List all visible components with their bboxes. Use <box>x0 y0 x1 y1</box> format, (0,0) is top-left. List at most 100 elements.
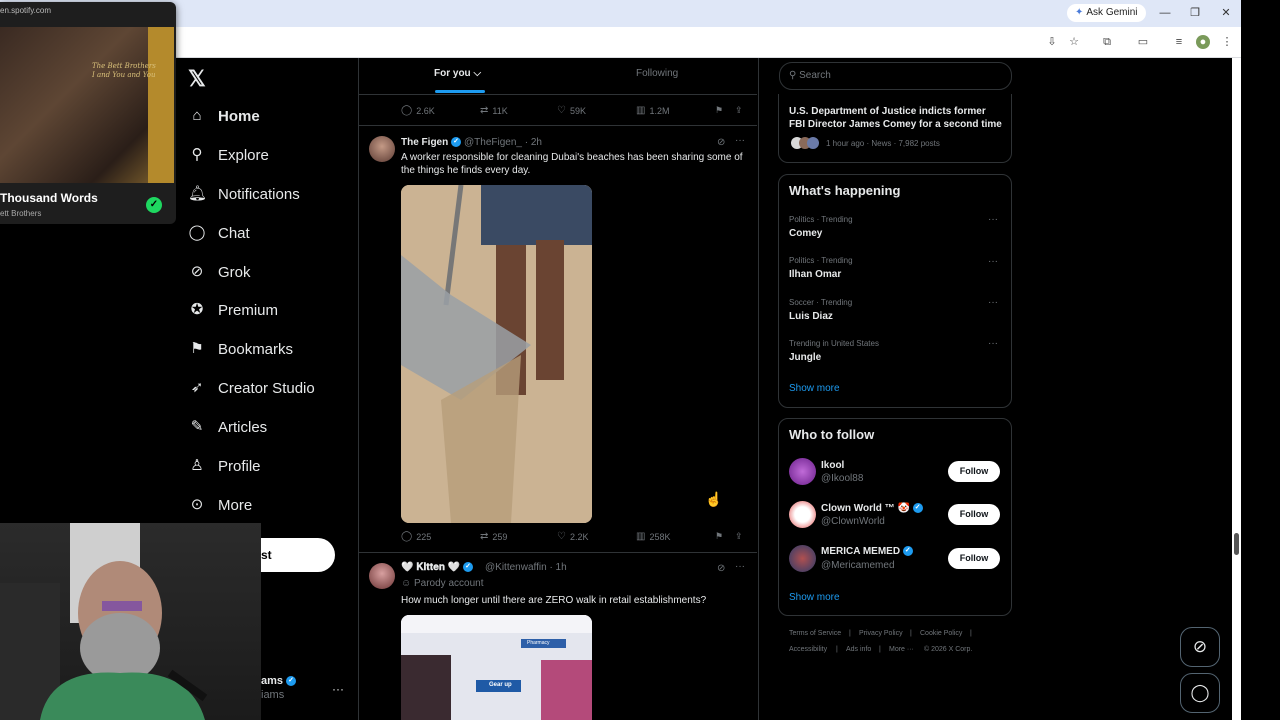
trend-context: Politics · Trending <box>789 256 853 265</box>
nav-grok[interactable]: ⊘ Grok <box>188 257 251 287</box>
grok-explain-icon[interactable]: ⊘ <box>717 563 725 574</box>
parody-badge: ☺ Parody account <box>401 578 484 589</box>
close-window-button[interactable]: ✕ <box>1216 4 1236 22</box>
trend-name[interactable]: Ilhan Omar <box>789 269 841 280</box>
bookmark-star-icon[interactable]: ☆ <box>1067 35 1081 49</box>
account-menu-icon[interactable]: ··· <box>332 682 344 696</box>
browser-menu-icon[interactable]: ⋮ <box>1220 35 1234 49</box>
trend-more-icon[interactable]: ··· <box>988 256 998 267</box>
bookmark-post-icon[interactable]: ⚑ <box>715 531 723 542</box>
reply-button[interactable]: ◯ 2.6K <box>401 105 435 116</box>
account-name[interactable]: ams ✓ <box>261 675 297 687</box>
tab-following[interactable]: Following <box>636 68 678 79</box>
trend-more-icon[interactable]: ··· <box>988 338 998 349</box>
post-button[interactable]: st <box>261 538 335 572</box>
grok-icon: ⊘ <box>190 263 204 280</box>
share-icon[interactable]: ⇪ <box>735 105 743 116</box>
footer-ads[interactable]: Ads info <box>846 646 871 653</box>
tab-for-you[interactable]: For you ⌵ <box>434 68 481 79</box>
post-avatar[interactable] <box>369 563 395 589</box>
nav-profile[interactable]: ♙ Profile <box>188 451 260 481</box>
post-image[interactable]: Pharmacy Gear up <box>401 615 592 720</box>
x-logo-icon[interactable]: 𝕏 <box>188 66 206 92</box>
verified-icon: ✓ <box>286 676 297 687</box>
repost-button[interactable]: ⇄ 11K <box>480 105 508 116</box>
nav-more[interactable]: ⊙ More <box>188 490 252 520</box>
footer-copyright: © 2026 X Corp. <box>924 646 973 653</box>
post-more-icon[interactable]: ··· <box>735 561 745 572</box>
reply-button[interactable]: ◯ 225 <box>401 531 431 542</box>
trend-name[interactable]: Luis Diaz <box>789 311 833 322</box>
views-icon: ▥ <box>636 531 646 542</box>
bookmark-post-icon[interactable]: ⚑ <box>715 105 723 116</box>
store-sign: Gear up <box>489 682 512 688</box>
nav-articles[interactable]: ✎ Articles <box>188 412 267 442</box>
post-author[interactable]: The Figen ✓ <box>401 137 462 148</box>
extensions-icon[interactable]: ⧉ <box>1100 35 1114 49</box>
minimize-button[interactable]: — <box>1155 4 1175 22</box>
reading-list-icon[interactable]: ≡ <box>1172 35 1186 49</box>
follow-button[interactable]: Follow <box>948 461 1000 482</box>
footer-accessibility[interactable]: Accessibility <box>789 646 827 653</box>
page-scrollbar[interactable] <box>1232 58 1241 720</box>
follow-avatar[interactable] <box>789 545 816 572</box>
chat-fab-icon[interactable]: ◯ <box>1180 673 1220 713</box>
footer-more[interactable]: More ··· <box>889 646 914 653</box>
news-headline[interactable]: U.S. Department of Justice indicts forme… <box>789 105 1004 131</box>
trend-name[interactable]: Jungle <box>789 352 821 363</box>
nav-bookmarks[interactable]: ⚑ Bookmarks <box>188 334 293 364</box>
post-author[interactable]: 🤍 𝐊𝐢𝐭𝐭𝐞𝐧 🤍 ✓ <box>401 562 474 573</box>
footer-divider: | <box>836 646 838 653</box>
follow-avatar[interactable] <box>789 501 816 528</box>
footer-terms[interactable]: Terms of Service <box>789 630 841 637</box>
nav-home[interactable]: ⌂ Home <box>188 101 259 131</box>
repost-button[interactable]: ⇄ 259 <box>480 531 507 542</box>
views-button[interactable]: ▥ 258K <box>636 531 670 542</box>
nav-notifications[interactable]: 🔔︎ Notifications <box>188 179 300 209</box>
news-avatar <box>807 137 819 149</box>
like-button[interactable]: ♡ 59K <box>557 105 586 116</box>
webcam-feed <box>0 523 208 720</box>
nav-chat[interactable]: ◯ Chat <box>188 218 250 248</box>
sidebar-toggle-icon[interactable]: ▭ <box>1136 35 1150 49</box>
follow-name[interactable]: Ikool <box>821 460 844 471</box>
chat-icon: ◯ <box>188 224 206 241</box>
install-app-icon[interactable]: ⇩ <box>1045 35 1059 49</box>
post-handle[interactable]: @TheFigen_ · 2h <box>464 137 542 148</box>
follow-name[interactable]: Clown World ™ 🤡 ✓ <box>821 503 923 514</box>
profile-avatar-icon[interactable]: ● <box>1196 35 1210 49</box>
post-avatar[interactable] <box>369 136 395 162</box>
ask-gemini-button[interactable]: ✦ Ask Gemini <box>1067 4 1146 22</box>
saved-check-icon[interactable]: ✓ <box>146 197 162 213</box>
post-handle[interactable]: @Kittenwaffin · 1h <box>485 562 567 573</box>
trends-show-more[interactable]: Show more <box>789 383 840 394</box>
post-video[interactable] <box>401 185 592 523</box>
footer-cookie[interactable]: Cookie Policy <box>920 630 962 637</box>
nav-grok-label: Grok <box>218 263 251 281</box>
nav-creator-studio[interactable]: ➶ Creator Studio <box>188 373 315 403</box>
nav-explore[interactable]: ⚲ Explore <box>188 140 269 170</box>
spotify-pip-player[interactable]: en.spotify.com The Bett Brothers I and Yo… <box>0 2 176 224</box>
trend-more-icon[interactable]: ··· <box>988 214 998 225</box>
trend-name[interactable]: Comey <box>789 228 822 239</box>
nav-explore-label: Explore <box>218 146 269 164</box>
follow-button[interactable]: Follow <box>948 548 1000 569</box>
grok-fab-icon[interactable]: ⊘ <box>1180 627 1220 667</box>
footer-privacy[interactable]: Privacy Policy <box>859 630 903 637</box>
follow-show-more[interactable]: Show more <box>789 592 840 603</box>
restore-button[interactable]: ❐ <box>1185 4 1205 22</box>
views-button[interactable]: ▥ 1.2M <box>636 105 669 116</box>
views-count: 1.2M <box>649 105 670 116</box>
like-button[interactable]: ♡ 2.2K <box>557 531 588 542</box>
nav-premium[interactable]: ✪ Premium <box>188 295 278 325</box>
post-more-icon[interactable]: ··· <box>735 135 745 146</box>
search-input[interactable]: ⚲ Search <box>779 62 1012 90</box>
grok-explain-icon[interactable]: ⊘ <box>717 137 725 148</box>
follow-name[interactable]: MERICA MEMED ✓ <box>821 546 913 557</box>
post-divider <box>359 552 757 553</box>
scrollbar-thumb[interactable] <box>1234 533 1239 555</box>
share-icon[interactable]: ⇪ <box>735 531 743 542</box>
trend-more-icon[interactable]: ··· <box>988 297 998 308</box>
follow-button[interactable]: Follow <box>948 504 1000 525</box>
follow-avatar[interactable] <box>789 458 816 485</box>
